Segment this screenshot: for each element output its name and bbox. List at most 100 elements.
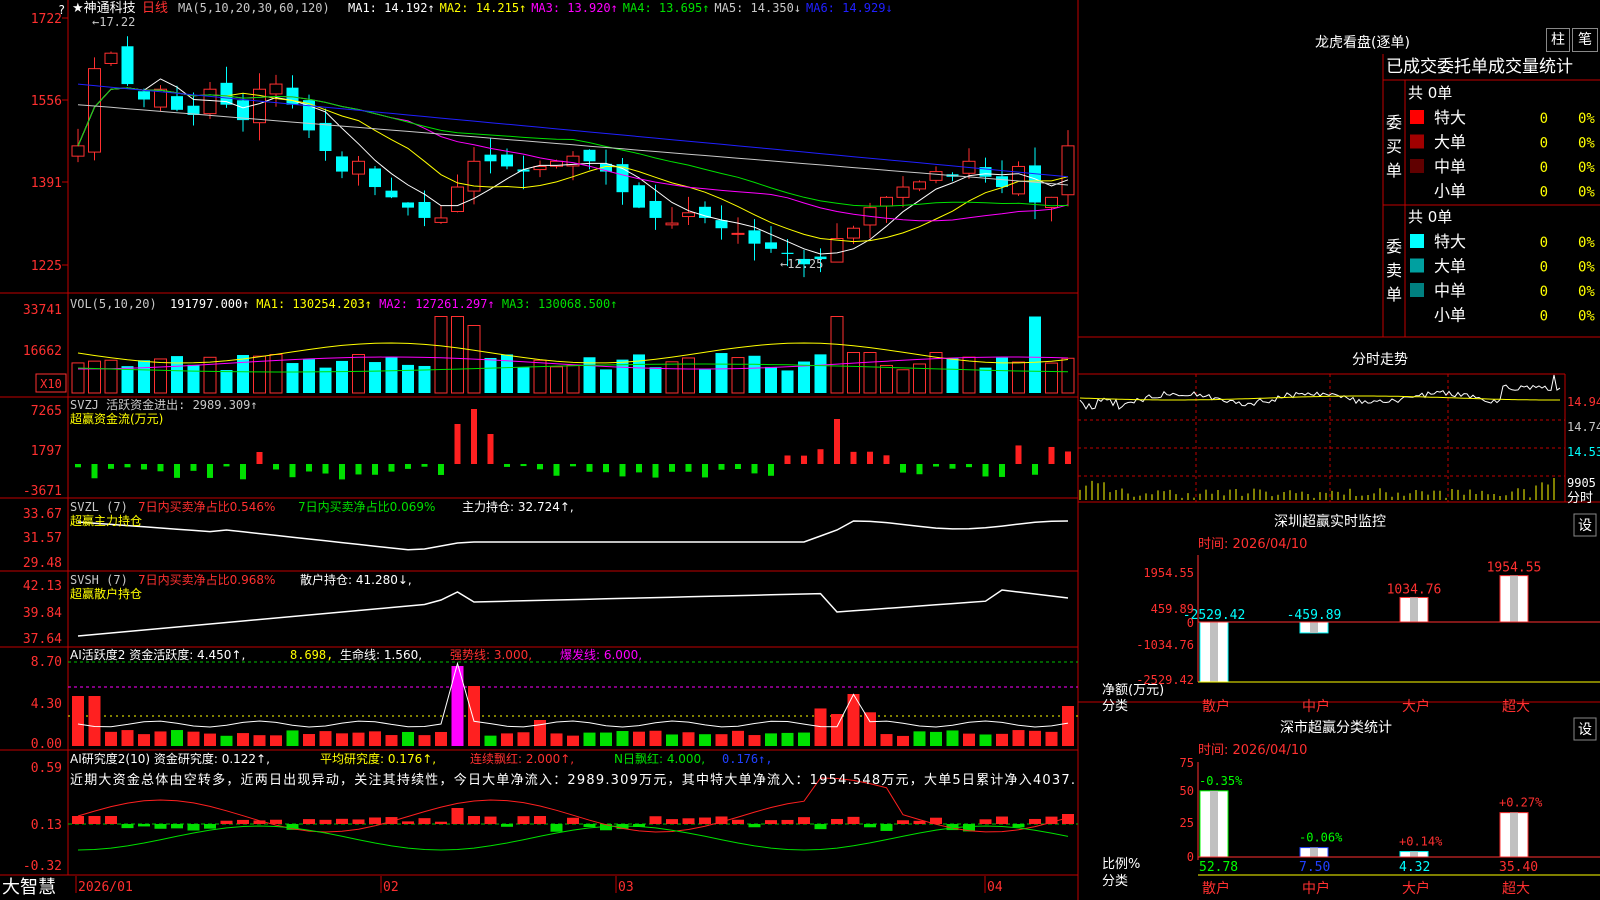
activity-bar xyxy=(979,734,992,746)
y-tick-label: 7265 xyxy=(31,404,62,419)
y-tick-label: 29.48 xyxy=(23,556,62,571)
volume-bar xyxy=(517,367,530,393)
research-bar xyxy=(336,818,348,824)
money-flow-bar xyxy=(108,464,114,469)
activity-bar xyxy=(649,730,662,746)
activity-bar xyxy=(600,732,612,746)
chart-canvas[interactable]: ★神通科技 日线 MA(5,10,20,30,60,120) MA1: 14.192↑… xyxy=(0,0,1600,900)
svzj-label: SVZJ 活跃资金进出: 2989.309↑ xyxy=(70,397,258,412)
money-flow-bar xyxy=(256,452,263,464)
ma-value: MA2: 14.215↑ xyxy=(440,1,527,15)
ai-activity-value: 爆发线: 6.000, xyxy=(560,647,642,662)
research-bar xyxy=(501,824,513,827)
candle xyxy=(369,168,381,188)
classify-time: 时间: 2026/04/10 xyxy=(1198,743,1307,758)
ma-value: MA1: 14.192↑ xyxy=(348,1,435,15)
date-label: 04 xyxy=(987,880,1003,895)
classify-category: 散户 xyxy=(1202,880,1230,897)
monitor-y-tick: 1954.55 xyxy=(1143,566,1194,580)
volume-bar xyxy=(104,359,118,394)
volume-bar xyxy=(814,354,827,393)
candle xyxy=(682,212,695,218)
date-label: 03 xyxy=(618,880,634,895)
classify-title: 深市超赢分类统计 xyxy=(1280,719,1392,736)
candle xyxy=(171,96,183,110)
money-flow-bar xyxy=(388,464,395,472)
money-flow-bar xyxy=(817,449,824,464)
intraday-tick: 14.74 xyxy=(1567,420,1600,434)
activity-bar xyxy=(765,733,777,746)
candle xyxy=(336,156,348,172)
activity-bar xyxy=(996,733,1008,746)
candle xyxy=(1061,145,1075,196)
volume-bar xyxy=(649,367,662,393)
bar-mode-button[interactable]: 柱 xyxy=(1546,28,1570,52)
monitor-category: 中户 xyxy=(1302,698,1330,715)
research-bar xyxy=(402,821,414,824)
candle xyxy=(649,200,662,218)
activity-bar xyxy=(352,732,365,746)
y-tick-label: 42.13 xyxy=(23,579,62,594)
candle xyxy=(104,52,118,64)
money-flow-bar xyxy=(157,464,164,472)
sell-label: 卖 xyxy=(1386,261,1402,280)
money-flow-bar xyxy=(669,464,675,472)
activity-bar xyxy=(781,732,794,746)
activity-bar xyxy=(682,732,695,746)
volume-bar xyxy=(781,370,794,393)
y-tick-label: 8.70 xyxy=(31,655,62,670)
y-tick-label: 16662 xyxy=(23,344,62,359)
classify-change: -0.35% xyxy=(1199,774,1243,788)
activity-bar xyxy=(171,730,183,746)
avg-research-line xyxy=(77,825,1069,851)
research-bar xyxy=(303,819,315,824)
sell-row-count: 0 xyxy=(1540,309,1548,325)
candle xyxy=(138,91,150,100)
candle xyxy=(402,202,414,208)
activity-bar xyxy=(187,731,200,746)
sell-total: 共 0单 xyxy=(1408,208,1452,226)
volume-bar xyxy=(863,352,877,394)
money-flow-bar xyxy=(999,464,1005,477)
research-bar xyxy=(732,819,744,824)
research-bar xyxy=(204,824,216,829)
money-flow-bar xyxy=(768,464,774,476)
sell-label: 单 xyxy=(1386,285,1402,304)
research-bar xyxy=(699,817,711,824)
volume-bar xyxy=(385,357,398,393)
buy-row-name: 大单 xyxy=(1434,133,1466,152)
classify-bar-inner xyxy=(1310,847,1318,857)
tick-mode-button[interactable]: 笔 xyxy=(1572,28,1598,52)
ai-research-value: 连续飘红: 2.000↑, xyxy=(470,751,574,766)
monitor-bar-inner xyxy=(1510,575,1518,622)
money-flow-bar xyxy=(834,419,840,464)
research-bar xyxy=(781,819,794,824)
classify-change: +0.27% xyxy=(1499,796,1543,810)
volume-bar xyxy=(220,370,233,393)
low-note: ←12.25 xyxy=(780,257,823,271)
money-flow-bar xyxy=(289,464,296,478)
money-flow-bar xyxy=(91,464,98,479)
candle xyxy=(847,227,860,239)
ai-activity-value: 强势线: 3.000, xyxy=(450,648,532,662)
dragon-title: 龙虎看盘(逐单) xyxy=(1315,34,1410,51)
volume-bar xyxy=(962,356,976,394)
activity-bar xyxy=(946,730,959,746)
money-flow-bar xyxy=(174,464,180,478)
monitor-ylabel: 净额(万元) xyxy=(1102,683,1164,698)
vol-value: 191797.000↑ xyxy=(170,297,249,311)
ma-value: MA6: 14.929↓ xyxy=(806,1,893,15)
activity-bar xyxy=(468,686,480,746)
classify-bar-inner xyxy=(1510,812,1518,857)
classify-y-tick: 75 xyxy=(1180,756,1194,770)
money-flow-bar xyxy=(801,455,807,464)
volume-bar xyxy=(402,364,414,393)
money-flow-bar xyxy=(751,464,758,474)
sell-row-count: 0 xyxy=(1540,260,1548,276)
volume-bar xyxy=(665,361,679,394)
volume-bar xyxy=(682,357,695,394)
ma-label: MA(5,10,20,30,60,120) xyxy=(178,1,330,15)
activity-bar xyxy=(270,735,282,746)
sell-row-name: 特大 xyxy=(1434,232,1466,251)
research-bar xyxy=(121,824,134,829)
